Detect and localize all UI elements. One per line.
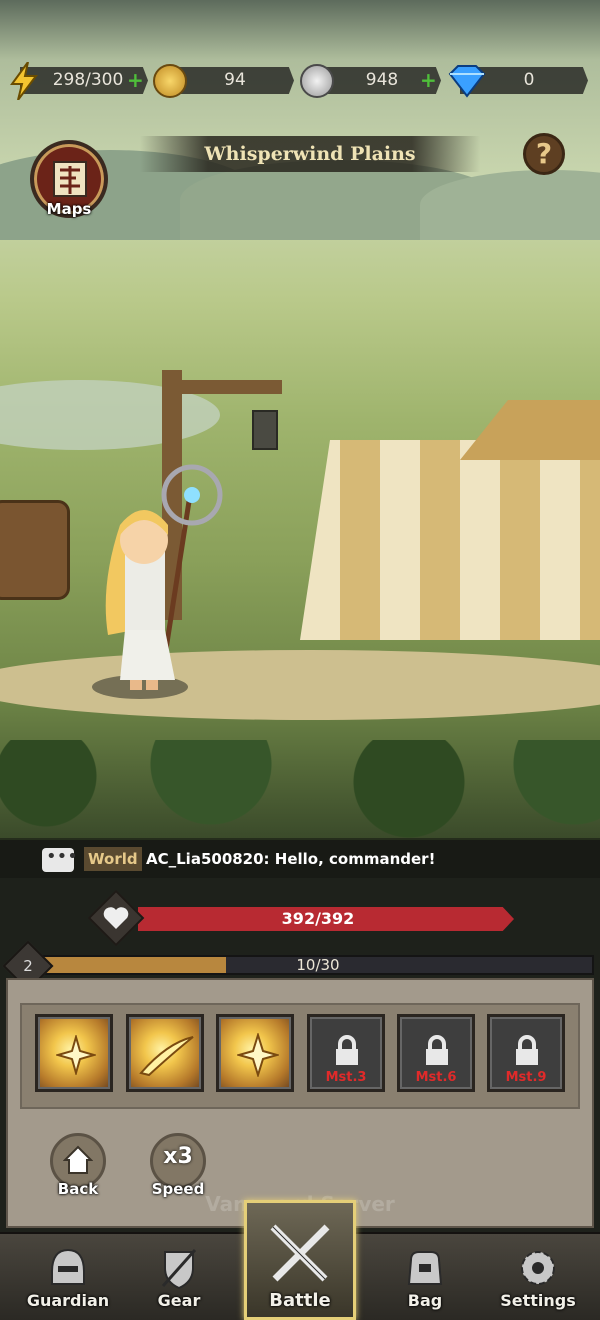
diamond-icon bbox=[448, 65, 486, 98]
signpost-arm bbox=[162, 380, 282, 394]
nav-settings-label: Settings bbox=[500, 1291, 576, 1310]
maps-label: Maps bbox=[46, 200, 92, 218]
nav-settings[interactable]: Settings bbox=[483, 1232, 593, 1320]
crossed-swords-icon bbox=[270, 1224, 330, 1282]
bag-icon bbox=[407, 1251, 443, 1285]
nav-guardian[interactable]: Guardian bbox=[13, 1232, 123, 1320]
gear-icon bbox=[521, 1251, 555, 1285]
lock-icon bbox=[336, 1035, 358, 1065]
star-burst-icon bbox=[56, 1035, 96, 1075]
skill-slot-4-locked[interactable]: Mst.3 bbox=[307, 1014, 385, 1092]
lock-icon bbox=[426, 1035, 448, 1065]
lantern-icon bbox=[252, 410, 278, 450]
tent bbox=[300, 440, 600, 640]
sparkle-icon bbox=[237, 1033, 279, 1077]
nav-gear[interactable]: Gear bbox=[124, 1232, 234, 1320]
silver-coin-icon bbox=[300, 64, 334, 98]
location-title: Whisperwind Plains bbox=[140, 136, 480, 172]
nav-battle-label: Battle bbox=[269, 1290, 331, 1311]
question-icon: ? bbox=[535, 137, 553, 170]
hp-value: 392/392 bbox=[281, 909, 355, 928]
skill-slot-2[interactable] bbox=[126, 1014, 204, 1092]
nav-bag-label: Bag bbox=[407, 1291, 443, 1310]
gold-coin-icon bbox=[153, 64, 187, 98]
nav-guardian-label: Guardian bbox=[26, 1291, 110, 1310]
skill-slot-1[interactable] bbox=[35, 1014, 113, 1092]
help-button[interactable]: ? bbox=[523, 133, 565, 175]
nav-gear-label: Gear bbox=[157, 1291, 201, 1310]
skill-unlock-label: Mst.9 bbox=[505, 1070, 547, 1085]
barrel bbox=[0, 500, 70, 600]
silver-plus-button[interactable]: + bbox=[420, 68, 437, 92]
gold-value: 94 bbox=[224, 70, 246, 90]
speed-multiplier: x3 bbox=[163, 1144, 193, 1169]
chat-message: AC_Lia500820: Hello, commander! bbox=[146, 850, 436, 868]
nav-bag[interactable]: Bag bbox=[370, 1232, 480, 1320]
foreground-bushes bbox=[0, 740, 600, 840]
xp-value: 10/30 bbox=[296, 956, 340, 974]
skill-unlock-label: Mst.6 bbox=[415, 1070, 457, 1085]
map-scroll-icon bbox=[53, 161, 87, 197]
silver-value: 948 bbox=[365, 70, 399, 90]
skill-unlock-label: Mst.3 bbox=[325, 1070, 367, 1085]
lock-icon bbox=[516, 1035, 538, 1065]
gems-value: 0 bbox=[523, 70, 535, 90]
energy-value: 298/300 bbox=[52, 70, 124, 90]
lightning-icon bbox=[10, 62, 38, 100]
tent-roof bbox=[460, 400, 600, 460]
chat-channel: World bbox=[84, 847, 142, 871]
shield-sword-icon bbox=[161, 1249, 197, 1290]
skill-slot-3[interactable] bbox=[216, 1014, 294, 1092]
nav-battle[interactable]: Battle bbox=[244, 1200, 356, 1320]
heart-icon bbox=[103, 907, 129, 929]
back-label: Back bbox=[57, 1180, 99, 1198]
skill-slot-6-locked[interactable]: Mst.9 bbox=[487, 1014, 565, 1092]
home-icon bbox=[63, 1145, 93, 1174]
hero-character bbox=[92, 464, 223, 699]
chat-bubble-icon: ••• bbox=[42, 848, 78, 872]
skill-slot-5-locked[interactable]: Mst.6 bbox=[397, 1014, 475, 1092]
energy-plus-button[interactable]: + bbox=[127, 68, 144, 92]
helmet-icon bbox=[51, 1248, 85, 1285]
battle-scene bbox=[0, 0, 600, 840]
slash-icon bbox=[139, 1036, 194, 1077]
